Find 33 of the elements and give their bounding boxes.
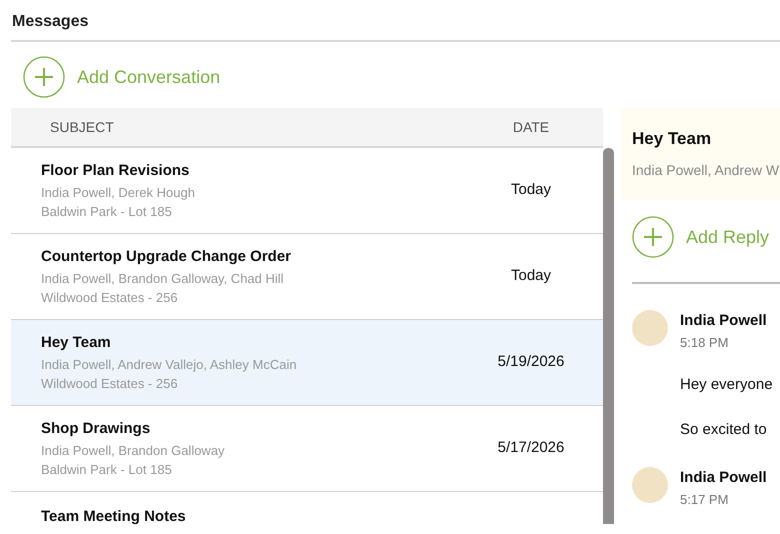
- message-text: So excited to: [680, 420, 768, 440]
- avatar: [632, 467, 668, 503]
- conversation-participants: India Powell, Andrew Vallejo, Ashley McCain: [41, 356, 298, 374]
- message-author: India Powell: [680, 468, 767, 488]
- conversation-participants: India Powell, Derek Hough: [41, 184, 196, 202]
- column-header: SUBJECT: [49, 118, 115, 136]
- message-author: India Powell: [680, 311, 768, 331]
- conversation-date: 5/17/2026: [496, 438, 566, 458]
- conversation-row[interactable]: Hey Team India Powell, Andrew Vallejo, Ashley McCain Wildwood Estates - 256 5/19/2026: [11, 320, 603, 406]
- message-text: Hey everyone: [680, 375, 773, 395]
- conversation-participants: India Powell, Brandon Galloway: [41, 442, 226, 460]
- conversation-project: Wildwood Estates - 256: [41, 288, 179, 307]
- conversation-participants: India Powell, Andrew W: [632, 160, 780, 180]
- conversation-date: Today: [510, 180, 552, 200]
- conversation-subject: Floor Plan Revisions: [41, 161, 190, 182]
- add-icon: [23, 56, 65, 98]
- page-title: Messages: [11, 12, 90, 32]
- message-time: 5:17 PM: [680, 490, 730, 508]
- conversation-project: Baldwin Park - Lot 185: [41, 202, 173, 221]
- conversation-participants: India Powell, Brandon Galloway, Chad Hill: [41, 270, 285, 288]
- conversation-date: 5/19/2026: [496, 352, 566, 372]
- conversation-project: Wildwood Estates - 256: [41, 374, 179, 393]
- column-header: DATE: [512, 118, 550, 136]
- message-time: 5:18 PM: [680, 334, 730, 352]
- conversation-date: Today: [510, 266, 552, 286]
- conversation-subject: Shop Drawings: [41, 419, 152, 440]
- add-icon: [632, 216, 674, 258]
- conversation-subject: Team Meeting Notes: [41, 507, 187, 527]
- conversation-title: Hey Team: [632, 128, 712, 150]
- conversation-project: Baldwin Park - Lot 185: [41, 460, 173, 479]
- avatar: [632, 310, 668, 346]
- conversation-subject: Countertop Upgrade Change Order: [41, 247, 292, 268]
- conversation-subject: Hey Team: [41, 333, 112, 354]
